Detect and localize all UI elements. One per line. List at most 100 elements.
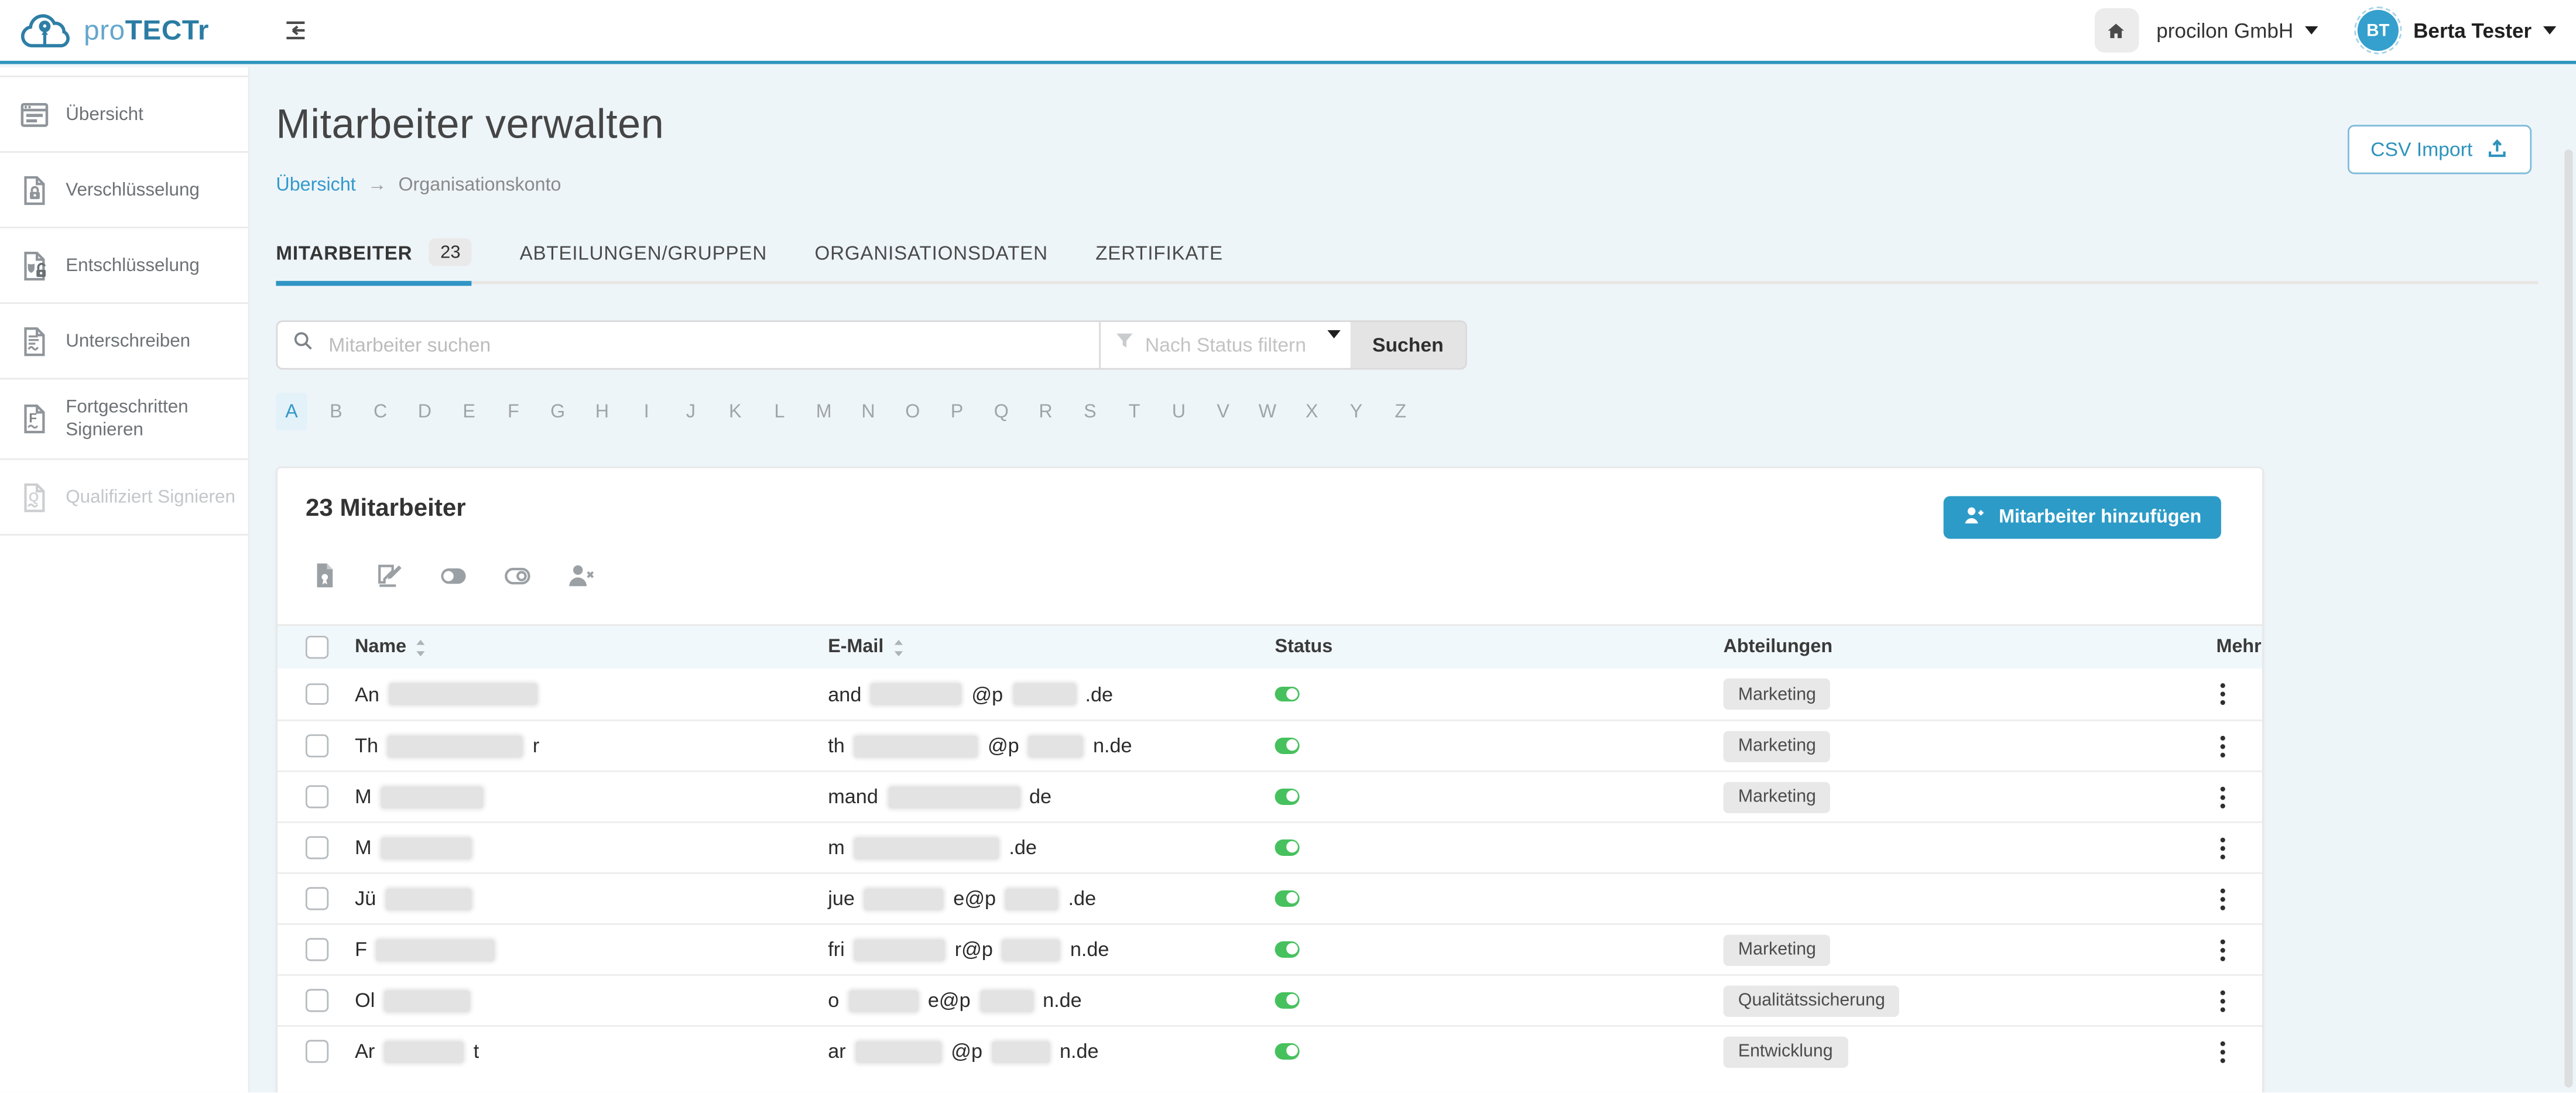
certificate-file-icon[interactable]: [310, 562, 340, 590]
employee-table: Name E-Mail Status Abteilungen Mehr An a…: [278, 624, 2262, 1076]
alphabet-letter-e[interactable]: E: [453, 393, 484, 431]
alphabet-letter-s[interactable]: S: [1074, 393, 1105, 431]
alphabet-letter-d[interactable]: D: [409, 393, 440, 431]
alphabet-letter-k[interactable]: K: [720, 393, 751, 431]
alphabet-letter-m[interactable]: M: [809, 393, 840, 431]
brand-logo[interactable]: proTECTr: [16, 9, 209, 52]
user-caret-down-icon[interactable]: [2543, 26, 2556, 35]
employee-name[interactable]: Ol: [343, 989, 816, 1012]
row-checkbox[interactable]: [306, 735, 328, 757]
tab-zertifikate[interactable]: ZERTIFIKATE: [1095, 238, 1223, 281]
row-checkbox[interactable]: [306, 837, 328, 859]
tab-abteilungen-gruppen[interactable]: ABTEILUNGEN/GRUPPEN: [520, 238, 768, 281]
row-more-kebab-icon[interactable]: [2216, 682, 2229, 707]
department-chip: Marketing: [1724, 934, 1831, 965]
alphabet-letter-y[interactable]: Y: [1341, 393, 1372, 431]
tab-mitarbeiter[interactable]: MITARBEITER23: [276, 238, 472, 281]
row-more-kebab-icon[interactable]: [2216, 1039, 2229, 1064]
sidebar-item--bersicht[interactable]: Übersicht: [0, 77, 248, 153]
csv-import-button[interactable]: CSV Import: [2348, 125, 2532, 174]
row-checkbox[interactable]: [306, 989, 328, 1012]
breadcrumb-link[interactable]: Übersicht: [276, 176, 355, 196]
alphabet-letter-q[interactable]: Q: [986, 393, 1017, 431]
sidebar-item-entschl-sselung[interactable]: Entschlüsselung: [0, 228, 248, 304]
sidebar-item-unterschreiben[interactable]: Unterschreiben: [0, 304, 248, 379]
row-more-kebab-icon[interactable]: [2216, 835, 2229, 860]
alphabet-letter-i[interactable]: I: [631, 393, 662, 431]
alphabet-letter-h[interactable]: H: [587, 393, 618, 431]
toggle-on-icon[interactable]: [439, 562, 468, 590]
employee-name[interactable]: F: [343, 938, 816, 961]
row-more-kebab-icon[interactable]: [2216, 988, 2229, 1013]
vertical-scrollbar[interactable]: [2564, 149, 2572, 1088]
alphabet-letter-u[interactable]: U: [1163, 393, 1194, 431]
add-employee-button[interactable]: Mitarbeiter hinzufügen: [1943, 496, 2221, 539]
alphabet-letter-x[interactable]: X: [1296, 393, 1327, 431]
toggle-off-icon[interactable]: [503, 562, 533, 590]
sidebar-item-fortgeschritten-signieren[interactable]: FFortgeschritten Signieren: [0, 379, 248, 460]
file-lock-icon: [18, 173, 51, 206]
alphabet-letter-a[interactable]: A: [276, 393, 307, 431]
status-toggle[interactable]: [1275, 738, 1300, 754]
status-toggle[interactable]: [1275, 942, 1300, 958]
edit-signature-icon[interactable]: [375, 562, 405, 590]
column-header-name[interactable]: Name: [343, 638, 816, 657]
alphabet-letter-t[interactable]: T: [1119, 393, 1150, 431]
alphabet-letter-w[interactable]: W: [1252, 393, 1283, 431]
employee-name[interactable]: Jü: [343, 887, 816, 910]
status-toggle[interactable]: [1275, 686, 1300, 702]
employee-email: m.de: [817, 836, 1263, 859]
employee-name[interactable]: Thr: [343, 734, 816, 757]
collapse-sidebar-icon[interactable]: [278, 14, 311, 47]
column-header-email[interactable]: E-Mail: [817, 638, 1263, 657]
status-filter-select[interactable]: Nach Status filtern: [1099, 322, 1350, 368]
row-checkbox[interactable]: [306, 888, 328, 910]
status-toggle[interactable]: [1275, 1044, 1300, 1060]
filter-caret-down-icon: [1327, 330, 1340, 338]
alphabet-letter-p[interactable]: P: [941, 393, 972, 431]
alphabet-letter-l[interactable]: L: [764, 393, 795, 431]
text-fragment: ar: [828, 1040, 845, 1063]
status-toggle[interactable]: [1275, 840, 1300, 856]
text-fragment: .de: [1085, 683, 1113, 705]
select-all-checkbox[interactable]: [306, 636, 328, 659]
row-more-kebab-icon[interactable]: [2216, 937, 2229, 962]
upload-icon: [2486, 136, 2509, 164]
row-more-kebab-icon[interactable]: [2216, 784, 2229, 809]
alphabet-letter-v[interactable]: V: [1207, 393, 1238, 431]
row-checkbox[interactable]: [306, 786, 328, 808]
alphabet-letter-r[interactable]: R: [1030, 393, 1061, 431]
brand-name: proTECTr: [84, 14, 209, 47]
alphabet-letter-f[interactable]: F: [498, 393, 529, 431]
text-fragment: o: [828, 989, 839, 1012]
employee-name[interactable]: M: [343, 836, 816, 859]
employee-name[interactable]: An: [343, 683, 816, 705]
row-checkbox[interactable]: [306, 1040, 328, 1063]
alphabet-letter-j[interactable]: J: [675, 393, 706, 431]
user-remove-icon[interactable]: [567, 562, 597, 590]
alphabet-letter-z[interactable]: Z: [1385, 393, 1416, 431]
status-toggle[interactable]: [1275, 789, 1300, 805]
redacted-text: [377, 939, 495, 960]
alphabet-letter-c[interactable]: C: [365, 393, 396, 431]
row-checkbox[interactable]: [306, 938, 328, 961]
avatar[interactable]: BT: [2358, 10, 2399, 51]
alphabet-letter-n[interactable]: N: [852, 393, 883, 431]
home-icon[interactable]: [2094, 8, 2139, 53]
tab-organisationsdaten[interactable]: ORGANISATIONSDATEN: [814, 238, 1047, 281]
row-checkbox[interactable]: [306, 683, 328, 705]
text-fragment: Ar: [355, 1040, 375, 1063]
alphabet-letter-o[interactable]: O: [897, 393, 928, 431]
row-more-kebab-icon[interactable]: [2216, 734, 2229, 758]
sidebar-item-verschl-sselung[interactable]: Verschlüsselung: [0, 153, 248, 228]
alphabet-letter-g[interactable]: G: [542, 393, 573, 431]
row-more-kebab-icon[interactable]: [2216, 886, 2229, 911]
status-toggle[interactable]: [1275, 891, 1300, 907]
alphabet-letter-b[interactable]: B: [320, 393, 351, 431]
search-input[interactable]: [326, 332, 1099, 358]
status-toggle[interactable]: [1275, 993, 1300, 1009]
employee-name[interactable]: M: [343, 785, 816, 808]
employee-name[interactable]: Art: [343, 1040, 816, 1063]
org-caret-down-icon[interactable]: [2305, 26, 2318, 35]
search-button[interactable]: Suchen: [1351, 322, 1465, 368]
